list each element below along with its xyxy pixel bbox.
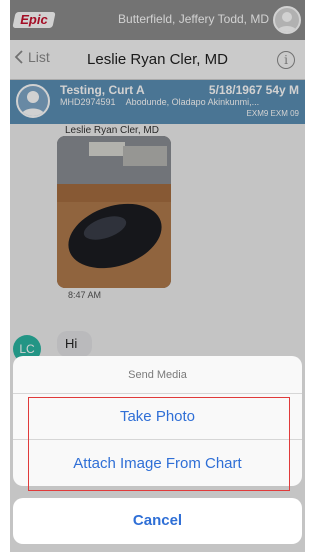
phone-screen: Epic Butterfield, Jeffery Todd, MD List … bbox=[10, 0, 305, 552]
take-photo-button[interactable]: Take Photo bbox=[13, 394, 302, 440]
cancel-button[interactable]: Cancel bbox=[13, 498, 302, 544]
send-media-action-sheet: Send Media Take Photo Attach Image From … bbox=[13, 356, 302, 486]
attach-image-from-chart-button[interactable]: Attach Image From Chart bbox=[13, 441, 302, 486]
action-sheet-title: Send Media bbox=[13, 356, 302, 394]
